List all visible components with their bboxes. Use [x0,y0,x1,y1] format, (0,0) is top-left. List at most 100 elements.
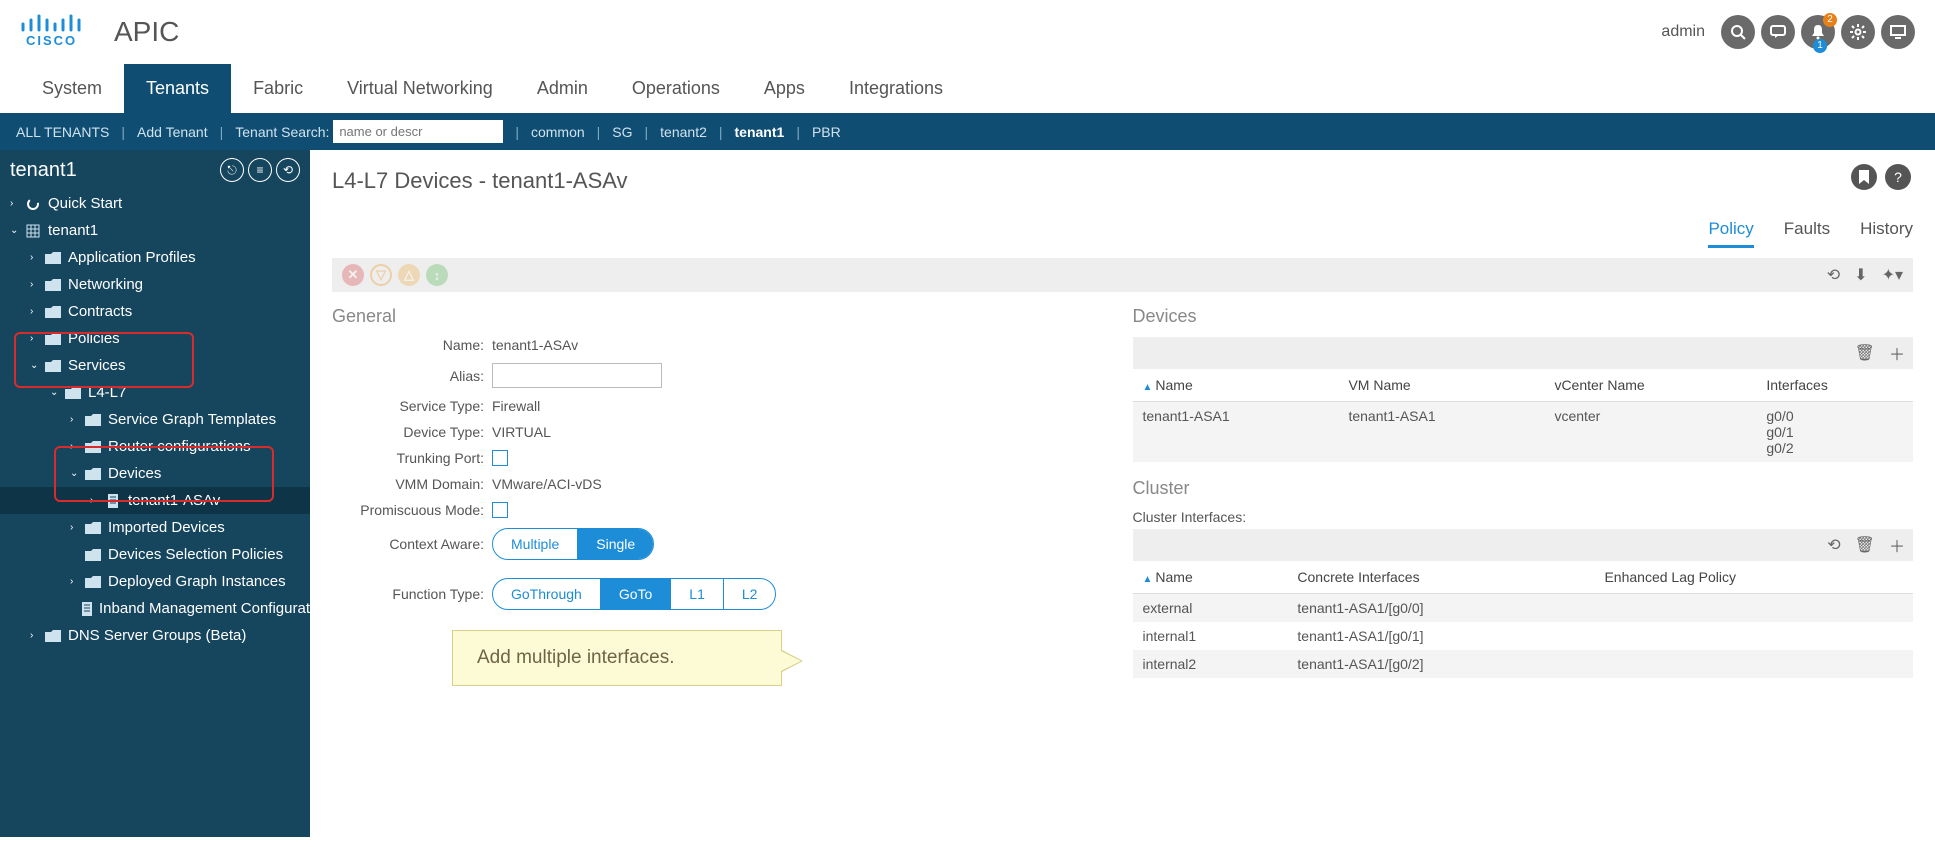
name-label: Name: [332,337,492,353]
tenant-link-sg[interactable]: SG [612,124,632,140]
fault-major-icon[interactable]: ▽ [370,264,392,286]
service-type-label: Service Type: [332,398,492,414]
bookmark-icon[interactable] [1851,164,1877,190]
tree-dns-groups[interactable]: ›DNS Server Groups (Beta) [0,622,310,649]
fault-warning-icon[interactable]: ↕ [426,264,448,286]
tree-tenant1[interactable]: ⌄tenant1 [0,217,310,244]
tenant-link-common[interactable]: common [531,124,585,140]
content-tab-faults[interactable]: Faults [1784,219,1830,248]
refresh-icon[interactable]: ⟲ [1827,265,1840,285]
tab-virtual-networking[interactable]: Virtual Networking [325,64,515,113]
tree-action-2-icon[interactable]: ≡ [248,158,272,182]
tree-imported-devices[interactable]: ›Imported Devices [0,514,310,541]
tree-networking[interactable]: ›Networking [0,271,310,298]
tab-admin[interactable]: Admin [515,64,610,113]
tab-system[interactable]: System [20,64,124,113]
user-label[interactable]: admin [1661,23,1705,41]
devices-delete-icon[interactable]: 🗑 [1855,343,1875,363]
tab-fabric[interactable]: Fabric [231,64,325,113]
tree-inband-label: Inband Management Configurat [99,600,310,617]
monitor-icon[interactable] [1881,15,1915,49]
tree-l4-l7[interactable]: ⌄L4-L7 [0,379,310,406]
tab-apps[interactable]: Apps [742,64,827,113]
table-row[interactable]: internal2tenant1-ASA1/[g0/2] [1133,650,1914,678]
callout-annotation: Add multiple interfaces. [452,630,782,686]
help-icon[interactable]: ? [1885,164,1911,190]
tree-devices-label: Devices [108,465,161,482]
fault-minor-icon[interactable]: △ [398,264,420,286]
devices-cell-name: tenant1-ASA1 [1133,402,1339,463]
alias-label: Alias: [332,368,492,384]
alert-badge-top: 2 [1823,13,1837,27]
promiscuous-label: Promiscuous Mode: [332,502,492,518]
content-tab-history[interactable]: History [1860,219,1913,248]
promiscuous-checkbox[interactable] [492,502,508,518]
service-type-value: Firewall [492,398,540,414]
tenant-search-input[interactable] [333,120,503,143]
tab-tenants[interactable]: Tenants [124,64,231,113]
function-l1-option[interactable]: L1 [670,579,723,609]
name-value: tenant1-ASAv [492,337,578,353]
tree-services[interactable]: ⌄Services [0,352,310,379]
all-tenants-link[interactable]: ALL TENANTS [16,124,109,140]
tab-operations[interactable]: Operations [610,64,742,113]
add-tenant-link[interactable]: Add Tenant [137,124,208,140]
function-gothrough-option[interactable]: GoThrough [493,579,600,609]
cluster-col-lag[interactable]: Enhanced Lag Policy [1594,561,1913,594]
table-row[interactable]: internal1tenant1-ASA1/[g0/1] [1133,622,1914,650]
cluster-col-name[interactable]: ▲Name [1133,561,1288,594]
context-single-option[interactable]: Single [577,529,653,559]
devices-table: ▲Name VM Name vCenter Name Interfaces te… [1133,369,1914,462]
function-goto-option[interactable]: GoTo [600,579,670,609]
fault-critical-icon[interactable]: ✕ [342,264,364,286]
tree-dns-label: DNS Server Groups (Beta) [68,627,246,644]
tree-quick-start[interactable]: ›Quick Start [0,190,310,217]
tree-contracts[interactable]: ›Contracts [0,298,310,325]
table-row[interactable]: externaltenant1-ASA1/[g0/0] [1133,594,1914,623]
tree-services-label: Services [68,357,126,374]
cluster-col-concrete[interactable]: Concrete Interfaces [1287,561,1594,594]
tree-dev-selection-policies[interactable]: Devices Selection Policies [0,541,310,568]
tenant-link-tenant2[interactable]: tenant2 [660,124,707,140]
trunking-checkbox[interactable] [492,450,508,466]
tree-tenant1-asav[interactable]: ›tenant1-ASAv [0,487,310,514]
table-row[interactable]: tenant1-ASA1 tenant1-ASA1 vcenter g0/0 g… [1133,402,1914,463]
devices-col-vm[interactable]: VM Name [1338,369,1544,402]
tenant-link-pbr[interactable]: PBR [812,124,841,140]
context-multiple-option[interactable]: Multiple [493,529,577,559]
tab-integrations[interactable]: Integrations [827,64,965,113]
cluster-refresh-icon[interactable]: ⟲ [1827,535,1840,555]
tree-deployed-graph[interactable]: ›Deployed Graph Instances [0,568,310,595]
devices-add-icon[interactable]: ＋ [1889,341,1905,365]
tree-router-cfg-label: Router configurations [108,438,251,455]
tenant-link-tenant1[interactable]: tenant1 [735,124,785,140]
tree-refresh-icon[interactable]: ⟲ [276,158,300,182]
function-l2-option[interactable]: L2 [723,579,776,609]
devices-cell-vcenter: vcenter [1544,402,1756,463]
download-icon[interactable]: ⬇ [1854,265,1867,285]
devices-col-interfaces[interactable]: Interfaces [1756,369,1913,402]
tree-devices[interactable]: ⌄Devices [0,460,310,487]
tree-dev-sel-label: Devices Selection Policies [108,546,283,563]
main-nav: System Tenants Fabric Virtual Networking… [0,64,1935,113]
devices-col-vcenter[interactable]: vCenter Name [1544,369,1756,402]
alias-input[interactable] [492,363,662,388]
bell-icon[interactable]: 2 1 [1801,15,1835,49]
devices-col-name[interactable]: ▲Name [1133,369,1339,402]
chat-icon[interactable] [1761,15,1795,49]
cluster-add-icon[interactable]: ＋ [1889,533,1905,557]
tree-inband-mgmt[interactable]: Inband Management Configurat [0,595,310,622]
cluster-title: Cluster [1133,478,1914,499]
search-icon[interactable] [1721,15,1755,49]
tree-policies-label: Policies [68,330,120,347]
app-title: APIC [114,16,179,48]
cluster-delete-icon[interactable]: 🗑 [1855,535,1875,555]
tools-icon[interactable]: ✦▾ [1882,265,1903,285]
gear-icon[interactable] [1841,15,1875,49]
tree-sg-templates[interactable]: ›Service Graph Templates [0,406,310,433]
tree-app-profiles[interactable]: ›Application Profiles [0,244,310,271]
tree-policies[interactable]: ›Policies [0,325,310,352]
tree-router-cfg[interactable]: ›Router configurations [0,433,310,460]
content-tab-policy[interactable]: Policy [1708,219,1753,248]
tree-action-1-icon[interactable]: ⎋ [220,158,244,182]
